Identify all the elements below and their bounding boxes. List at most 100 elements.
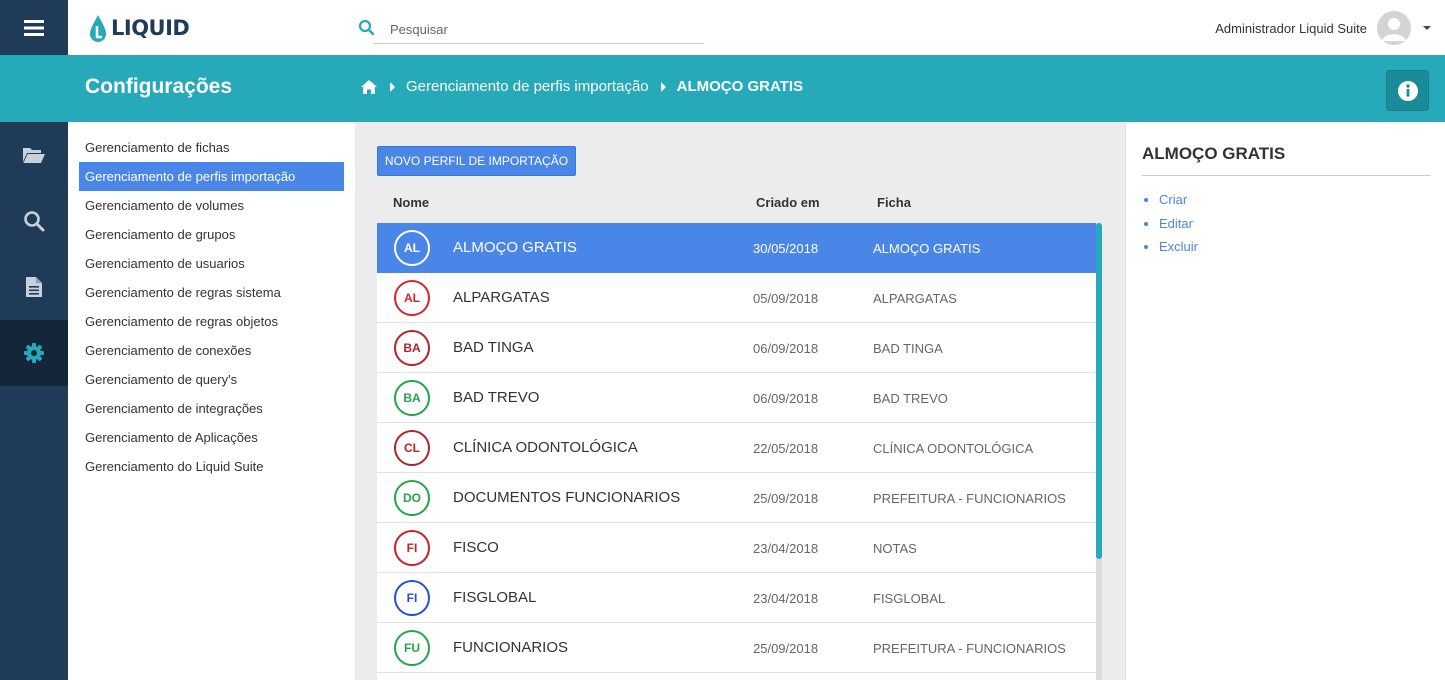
submenu-item[interactable]: Gerenciamento de integrações [79, 394, 344, 423]
row-name: CLÍNICA ODONTOLÓGICA [453, 439, 638, 456]
submenu-item[interactable]: Gerenciamento de conexões [79, 336, 344, 365]
row-ficha: BAD TREVO [873, 391, 948, 406]
submenu-item[interactable]: Gerenciamento de volumes [79, 191, 344, 220]
column-header-ficha[interactable]: Ficha [877, 195, 911, 210]
user-avatar-icon [1377, 11, 1411, 45]
user-name: Administrador Liquid Suite [1215, 20, 1367, 36]
row-created-date: 05/09/2018 [753, 291, 819, 306]
rail-item-documents[interactable] [0, 254, 68, 320]
search-input[interactable] [374, 16, 704, 44]
breadcrumb-separator-icon [390, 81, 395, 92]
row-ficha: NOTAS [873, 541, 917, 556]
row-created-date: 30/05/2018 [753, 241, 819, 256]
details-title: ALMOÇO GRATIS [1142, 144, 1286, 163]
avatar[interactable] [1377, 11, 1411, 45]
table-row[interactable]: FI FISGLOBAL 23/04/2018 FISGLOBAL [377, 573, 1096, 623]
row-ficha: CLÍNICA ODONTOLÓGICA [873, 441, 1034, 456]
submenu-item[interactable]: Gerenciamento de Aplicações [79, 423, 344, 452]
breadcrumb-current: ALMOÇO GRATIS [676, 78, 804, 95]
search-box [358, 16, 704, 44]
user-menu[interactable]: Administrador Liquid Suite [1215, 11, 1431, 45]
initials-badge: DO [394, 480, 430, 516]
settings-submenu: Gerenciamento de fichas Gerenciamento de … [68, 122, 355, 680]
icon-rail [0, 122, 68, 680]
profiles-table: AL ALMOÇO GRATIS 30/05/2018 ALMOÇO GRATIS AL… [377, 223, 1096, 680]
row-ficha: PREFEITURA - FUNCIONARIOS [873, 641, 1066, 656]
row-created-date: 25/09/2018 [753, 641, 819, 656]
row-created-date: 22/05/2018 [753, 441, 819, 456]
rail-item-settings[interactable] [0, 320, 68, 386]
initials-badge: FU [394, 630, 430, 666]
submenu-item[interactable]: Gerenciamento do Liquid Suite [79, 452, 344, 481]
rail-item-search[interactable] [0, 188, 68, 254]
table-row[interactable]: DO DOCUMENTOS FUNCIONARIOS 25/09/2018 PREFE… [377, 473, 1096, 523]
column-header-name[interactable]: Nome [393, 195, 429, 210]
submenu-item[interactable]: Gerenciamento de perfis importação [79, 162, 344, 191]
row-name: ALMOÇO GRATIS [453, 239, 577, 256]
submenu-item[interactable]: Gerenciamento de usuarios [79, 249, 344, 278]
table-row[interactable]: BA BAD TREVO 06/09/2018 BAD TREVO [377, 373, 1096, 423]
info-button[interactable] [1386, 70, 1429, 111]
submenu-item[interactable]: Gerenciamento de grupos [79, 220, 344, 249]
action-link-editar[interactable]: Editar [1144, 216, 1198, 240]
initials-badge: FI [394, 580, 430, 616]
submenu-item[interactable]: Gerenciamento de query's [79, 365, 344, 394]
row-name: FUNCIONARIOS [453, 639, 569, 656]
logo-text: LIQUID [111, 16, 190, 40]
row-ficha: ALPARGATAS [873, 291, 957, 306]
initials-badge: AL [394, 230, 430, 266]
table-row[interactable]: CL CLÍNICA ODONTOLÓGICA 22/05/2018 CLÍNICA … [377, 423, 1096, 473]
row-created-date: 23/04/2018 [753, 591, 819, 606]
logo[interactable]: LIQUID [88, 12, 190, 44]
initials-badge: BA [394, 380, 430, 416]
table-row[interactable]: BA BAD TINGA 06/09/2018 BAD TINGA [377, 323, 1096, 373]
row-name: DOCUMENTOS FUNCIONARIOS [453, 489, 681, 506]
submenu-item[interactable]: Gerenciamento de regras objetos [79, 307, 344, 336]
row-name: BAD TREVO [453, 389, 540, 406]
row-name: FISCO [453, 539, 499, 556]
row-ficha: PREFEITURA - FUNCIONARIOS [873, 491, 1066, 506]
row-created-date: 25/09/2018 [753, 491, 819, 506]
row-ficha: ALMOÇO GRATIS [873, 241, 981, 256]
table-row[interactable]: AL ALMOÇO GRATIS 30/05/2018 ALMOÇO GRATIS [377, 223, 1096, 273]
hamburger-menu-button[interactable] [0, 0, 68, 55]
table-row[interactable]: AL ALPARGATAS 05/09/2018 ALPARGATAS [377, 273, 1096, 323]
action-link-excluir[interactable]: Excluir [1144, 239, 1198, 263]
details-panel: ALMOÇO GRATIS Criar Editar Excluir [1125, 122, 1445, 680]
chevron-down-icon[interactable] [1423, 26, 1431, 30]
new-import-profile-button[interactable]: NOVO PERFIL DE IMPORTAÇÃO [377, 146, 576, 176]
hamburger-icon [24, 19, 44, 36]
info-icon [1397, 80, 1418, 101]
scrollbar-thumb[interactable] [1096, 223, 1102, 559]
drop-logo-icon [90, 15, 106, 42]
row-name: ALPARGATAS [453, 289, 550, 306]
main-content: NOVO PERFIL DE IMPORTAÇÃO Nome Criado em… [355, 122, 1125, 680]
row-created-date: 23/04/2018 [753, 541, 819, 556]
row-created-date: 06/09/2018 [753, 341, 819, 356]
folder-open-icon [23, 148, 45, 163]
table-row[interactable]: FU FUNCIONARIOS 25/09/2018 PREFEITURA - FUN… [377, 623, 1096, 673]
breadcrumb-item[interactable]: Gerenciamento de perfis importação [406, 78, 649, 95]
breadcrumb: Gerenciamento de perfis importação ALMOÇ… [360, 78, 803, 95]
search-icon [24, 211, 45, 232]
scrollbar[interactable] [1096, 223, 1102, 680]
initials-badge: CL [394, 430, 430, 466]
breadcrumb-separator-icon [660, 81, 666, 92]
gear-icon [24, 343, 44, 363]
rail-item-folders[interactable] [0, 122, 68, 188]
table-row[interactable]: FI FISCO 23/04/2018 NOTAS [377, 523, 1096, 573]
row-name: BAD TINGA [453, 339, 534, 356]
actions-list: Criar Editar Excluir [1144, 192, 1198, 263]
home-icon[interactable] [360, 79, 378, 95]
submenu-item[interactable]: Gerenciamento de fichas [79, 133, 344, 162]
row-created-date: 06/09/2018 [753, 391, 819, 406]
submenu-item[interactable]: Gerenciamento de regras sistema [79, 278, 344, 307]
initials-badge: BA [394, 330, 430, 366]
initials-badge: FI [394, 530, 430, 566]
row-ficha: BAD TINGA [873, 341, 943, 356]
top-bar: LIQUID Administrador Liquid Suite [0, 0, 1445, 55]
action-link-criar[interactable]: Criar [1144, 192, 1198, 216]
column-header-created[interactable]: Criado em [756, 195, 820, 210]
document-icon [26, 277, 42, 297]
divider [1142, 175, 1431, 176]
